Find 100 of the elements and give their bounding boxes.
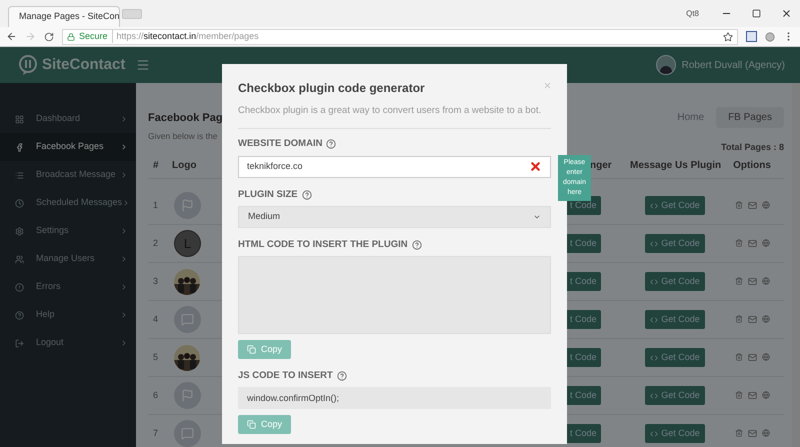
address-bar[interactable]: Secure https://sitecontact.in/member/pages bbox=[62, 28, 738, 44]
get-code-button[interactable]: Get Code bbox=[645, 310, 705, 329]
help-icon[interactable] bbox=[302, 190, 312, 200]
url-text: https://sitecontact.in/member/pages bbox=[116, 30, 260, 43]
code-icon bbox=[650, 430, 658, 438]
trash-icon[interactable] bbox=[734, 429, 742, 437]
sidebar-item[interactable]: Settings bbox=[0, 217, 136, 245]
trash-icon[interactable] bbox=[734, 353, 742, 361]
sidebar-item[interactable]: Facebook Pages bbox=[0, 133, 136, 161]
chevron-icon bbox=[120, 115, 128, 123]
modal-title: Checkbox plugin code generator bbox=[238, 81, 425, 95]
trash-icon[interactable] bbox=[734, 277, 742, 285]
get-code-button[interactable]: Get Code bbox=[645, 234, 705, 253]
breadcrumb-link[interactable]: FB Pages bbox=[716, 106, 784, 128]
column-header: # bbox=[152, 159, 160, 173]
sidebar-item[interactable]: Dashboard bbox=[0, 105, 136, 133]
trash-icon[interactable] bbox=[734, 315, 742, 323]
profile-label[interactable]: Qt8 bbox=[686, 8, 699, 20]
trash-icon[interactable] bbox=[734, 239, 742, 247]
column-header: Message Us Plugin bbox=[630, 159, 720, 173]
chevron-icon bbox=[120, 143, 128, 151]
get-code-button[interactable]: t Code bbox=[567, 348, 601, 367]
get-code-button[interactable]: t Code bbox=[567, 310, 601, 329]
sidebar-item[interactable]: Help bbox=[0, 301, 136, 329]
sidebar-item[interactable]: Logout bbox=[0, 329, 136, 357]
size-select[interactable]: Medium bbox=[238, 206, 551, 228]
code-icon bbox=[650, 392, 658, 400]
browser-tab[interactable]: Manage Pages - SiteCon bbox=[8, 6, 120, 27]
help-icon[interactable] bbox=[412, 240, 422, 250]
trash-icon[interactable] bbox=[734, 201, 742, 209]
get-code-button[interactable]: Get Code bbox=[645, 196, 705, 215]
globe-icon[interactable] bbox=[762, 391, 770, 399]
mail-icon[interactable] bbox=[748, 239, 756, 248]
globe-icon[interactable] bbox=[762, 201, 770, 209]
star-icon[interactable] bbox=[723, 32, 733, 42]
get-code-button[interactable]: t Code bbox=[567, 424, 601, 443]
mail-icon[interactable] bbox=[748, 353, 756, 362]
back-icon[interactable] bbox=[6, 31, 17, 42]
globe-icon[interactable] bbox=[762, 315, 770, 323]
mail-icon[interactable] bbox=[748, 391, 756, 400]
list-icon bbox=[15, 170, 24, 180]
tab-title: Manage Pages - SiteCon bbox=[19, 10, 120, 24]
chat-icon bbox=[181, 313, 194, 326]
mail-icon[interactable] bbox=[748, 315, 756, 324]
copy-button[interactable]: Copy bbox=[238, 415, 292, 434]
chat-icon bbox=[181, 427, 194, 440]
input-field[interactable]: teknikforce.co bbox=[238, 156, 551, 178]
users-icon bbox=[15, 254, 24, 264]
globe-icon[interactable] bbox=[762, 353, 770, 361]
breadcrumb-link[interactable]: Home bbox=[665, 106, 716, 128]
scrollbar[interactable] bbox=[792, 83, 800, 447]
get-code-button[interactable]: Get Code bbox=[645, 386, 705, 405]
get-code-button[interactable]: Get Code bbox=[645, 348, 705, 367]
help-icon bbox=[15, 310, 24, 320]
error-icon bbox=[529, 160, 542, 173]
get-code-button[interactable]: Get Code bbox=[645, 424, 705, 443]
copy-button[interactable]: Copy bbox=[238, 340, 292, 359]
maximize-icon[interactable] bbox=[752, 9, 761, 18]
row-number: 3 bbox=[152, 274, 160, 288]
alert-icon bbox=[15, 282, 24, 292]
code-icon bbox=[650, 354, 658, 362]
globe-icon[interactable] bbox=[762, 277, 770, 285]
extension-icon[interactable] bbox=[765, 32, 775, 42]
mail-icon[interactable] bbox=[748, 429, 756, 438]
page-subtitle: Given below is the bbox=[148, 131, 218, 141]
sidebar-item[interactable]: Manage Users bbox=[0, 245, 136, 273]
get-code-button[interactable]: t Code bbox=[567, 234, 601, 253]
sidebar-item[interactable]: Scheduled Messages bbox=[0, 189, 136, 217]
trash-icon[interactable] bbox=[734, 391, 742, 399]
clock-icon bbox=[15, 198, 24, 208]
page-title: Facebook Pag bbox=[148, 112, 223, 124]
globe-icon[interactable] bbox=[762, 239, 770, 247]
get-code-button[interactable]: t Code bbox=[567, 272, 601, 291]
extension-icon[interactable] bbox=[746, 31, 757, 42]
get-code-button[interactable]: t Code bbox=[567, 386, 601, 405]
facebook-icon bbox=[15, 142, 24, 152]
brand-name: SiteContact bbox=[42, 54, 126, 75]
get-code-button[interactable]: Get Code bbox=[645, 272, 705, 291]
column-header: Options bbox=[732, 159, 772, 173]
chevron-icon bbox=[120, 311, 128, 319]
forward-icon[interactable] bbox=[25, 31, 36, 42]
mail-icon[interactable] bbox=[748, 277, 756, 286]
help-icon[interactable] bbox=[326, 139, 336, 150]
field-label: HTML CODE TO INSERT THE PLUGIN bbox=[238, 238, 408, 252]
globe-icon[interactable] bbox=[762, 429, 770, 437]
mail-icon[interactable] bbox=[748, 201, 756, 210]
user-name[interactable]: Robert Duvall (Agency) bbox=[682, 58, 785, 72]
settings-icon bbox=[15, 226, 24, 236]
sidebar-item[interactable]: Broadcast Message bbox=[0, 161, 136, 189]
row-number: 6 bbox=[152, 388, 160, 402]
close-icon[interactable] bbox=[781, 8, 792, 19]
modal-description: Checkbox plugin is a great way to convert users from a website to a bot. bbox=[238, 104, 542, 118]
chevron-icon bbox=[120, 227, 128, 235]
avatar[interactable] bbox=[656, 55, 676, 75]
input-field[interactable]: window.confirmOptIn(); bbox=[238, 387, 551, 410]
help-icon[interactable] bbox=[336, 371, 347, 382]
sidebar-item[interactable]: Errors bbox=[0, 273, 136, 301]
reload-icon[interactable] bbox=[44, 32, 54, 42]
logout-icon bbox=[15, 338, 24, 348]
row-number: 2 bbox=[152, 236, 160, 250]
